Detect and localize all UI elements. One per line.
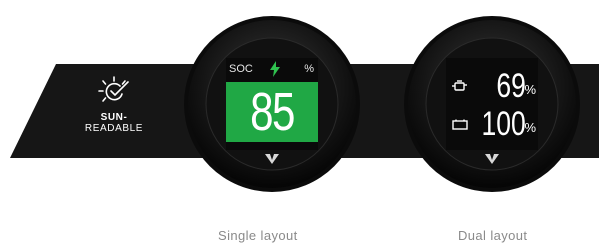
dual-display-screen: 69 % 100 % (446, 58, 538, 150)
soc-header: SOC % (226, 58, 318, 80)
sun-readable-badge: SUN- READABLE (74, 76, 154, 134)
sun-icon (98, 76, 129, 102)
dual-layout-caption: Dual layout (458, 228, 528, 243)
soc-label: SOC (229, 63, 253, 75)
dual-layout-gauge: 69 % 100 % (402, 14, 582, 194)
single-layout-caption: Single layout (218, 228, 298, 243)
dual-value-2: 100 (481, 105, 526, 143)
dual-unit-1: % (524, 82, 536, 97)
badge-line-2: READABLE (84, 123, 144, 134)
victron-logo-icon (265, 154, 279, 164)
dual-value-1: 69 (496, 67, 526, 105)
soc-value: 85 (250, 82, 295, 142)
dual-unit-2: % (524, 120, 536, 135)
dual-row-engine: 69 % (446, 68, 538, 104)
dual-row-battery: 100 % (446, 106, 538, 142)
percent-label: % (304, 63, 314, 75)
single-layout-gauge: SOC % 85 (182, 14, 362, 194)
victron-logo-icon (485, 154, 499, 164)
engine-icon (452, 80, 467, 91)
badge-line-1: SUN- (100, 112, 128, 123)
soc-value-panel: 85 (226, 82, 318, 142)
single-display-screen: SOC % 85 (226, 58, 318, 150)
battery-icon (452, 119, 468, 130)
lightning-bolt-icon (270, 61, 280, 77)
